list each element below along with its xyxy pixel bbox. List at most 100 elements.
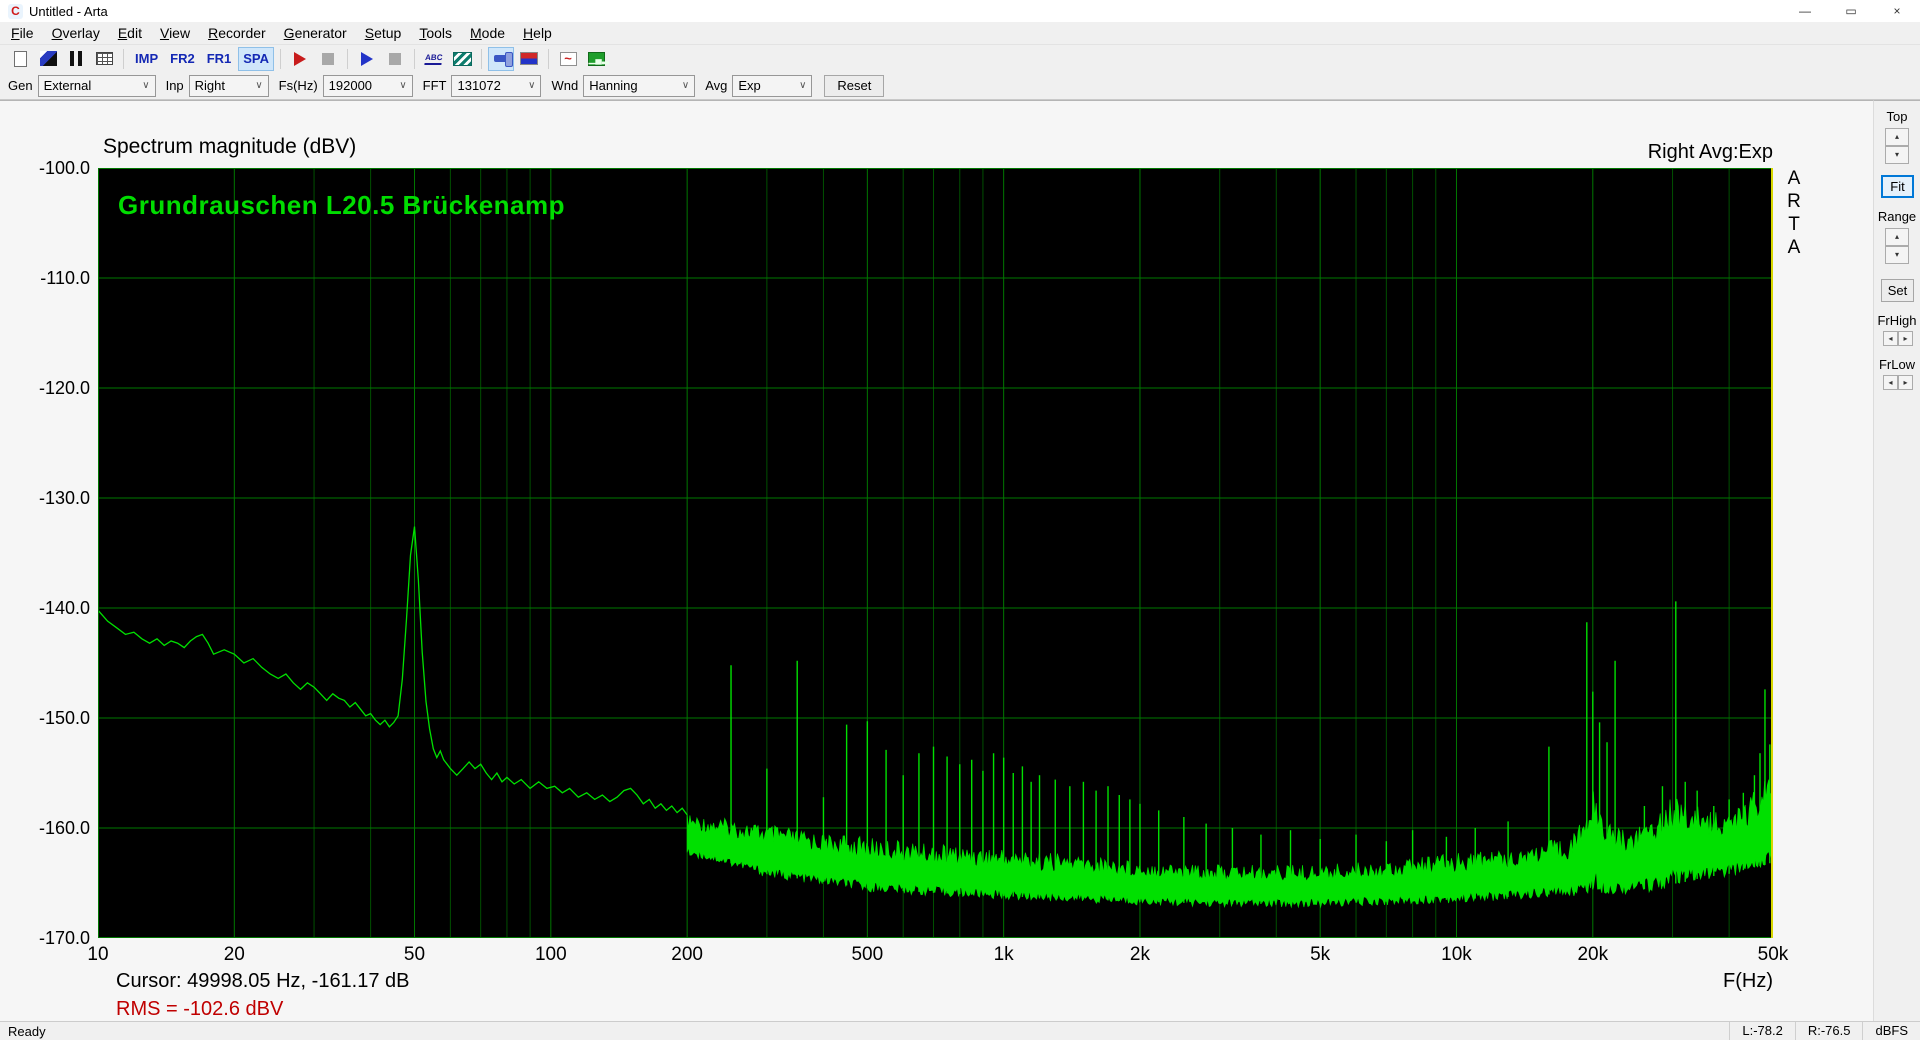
- chevron-down-icon: ∨: [399, 80, 406, 91]
- combo-fft[interactable]: 131072∨: [451, 75, 541, 97]
- menu-view[interactable]: View: [151, 22, 199, 44]
- spin-right-icon: ▸: [1903, 378, 1907, 387]
- menu-help[interactable]: Help: [514, 22, 561, 44]
- menu-tools[interactable]: Tools: [410, 22, 461, 44]
- x-tick-label: 20k: [1565, 944, 1621, 966]
- generator-start-icon[interactable]: [354, 47, 380, 71]
- spectrum-view-icon: ▁▄▂: [588, 52, 605, 66]
- spin-up-icon: ▴: [1895, 132, 1899, 141]
- rms-readout: RMS = -102.6 dBV: [116, 998, 283, 1021]
- combo-gen[interactable]: External∨: [38, 75, 156, 97]
- toolbar-separator: [280, 49, 281, 69]
- probe-icon[interactable]: [488, 47, 514, 71]
- combo-inp[interactable]: Right∨: [189, 75, 269, 97]
- frlow-left-button[interactable]: ◂: [1883, 375, 1898, 390]
- frhigh-spinner: ◂ ▸: [1883, 331, 1913, 346]
- top-spinner: ▴ ▾: [1885, 128, 1909, 164]
- menu-generator[interactable]: Generator: [275, 22, 356, 44]
- y-tick-label: -130.0: [0, 488, 90, 508]
- abc-marker-icon[interactable]: ABC: [421, 47, 447, 71]
- arta-watermark: ARTA: [1783, 167, 1805, 259]
- plot-panel: Spectrum magnitude (dBV) Right Avg:Exp G…: [0, 100, 1873, 1021]
- top-up-button[interactable]: ▴: [1885, 128, 1909, 146]
- new-file-icon: [14, 51, 27, 67]
- menu-mode[interactable]: Mode: [461, 22, 514, 44]
- status-levels: L:-78.2 R:-76.5 dBFS: [1729, 1022, 1920, 1040]
- y-tick-label: -100.0: [0, 158, 90, 178]
- frhigh-right-button[interactable]: ▸: [1898, 331, 1913, 346]
- data-grid-icon: [96, 52, 113, 65]
- smoothing-icon[interactable]: [449, 47, 475, 71]
- record-stop-icon[interactable]: [315, 47, 341, 71]
- combo-wnd[interactable]: Hanning ∨: [583, 75, 695, 97]
- frlow-spinner: ◂ ▸: [1883, 375, 1913, 390]
- frhigh-left-button[interactable]: ◂: [1883, 331, 1898, 346]
- combo-avg[interactable]: Exp∨: [732, 75, 812, 97]
- combo-value: Exp: [738, 78, 760, 93]
- combo-value: Hanning: [589, 78, 637, 93]
- set-button[interactable]: Set: [1881, 279, 1914, 302]
- x-tick-label: 50k: [1745, 944, 1801, 966]
- top-down-button[interactable]: ▾: [1885, 146, 1909, 164]
- x-tick-label: 5k: [1292, 944, 1348, 966]
- toolbar-separator: [123, 49, 124, 69]
- plot-side-controls: Top ▴ ▾ Fit Range ▴ ▾ Set FrHigh ◂ ▸ FrL…: [1873, 100, 1920, 1021]
- x-tick-label: 200: [659, 944, 715, 966]
- range-up-button[interactable]: ▴: [1885, 228, 1909, 246]
- spectrum-view-icon[interactable]: ▁▄▂: [583, 47, 609, 71]
- spin-left-icon: ◂: [1888, 334, 1892, 343]
- x-tick-label: 100: [523, 944, 579, 966]
- overlay-wave-icon[interactable]: [516, 47, 542, 71]
- mode-imp-button[interactable]: IMP: [130, 47, 163, 71]
- mode-spa-button[interactable]: SPA: [238, 47, 274, 71]
- channel-avg-info: Right Avg:Exp: [1648, 141, 1773, 164]
- menu-overlay[interactable]: Overlay: [43, 22, 109, 44]
- plot-title: Spectrum magnitude (dBV): [103, 135, 356, 159]
- probe-icon: [494, 55, 509, 62]
- chevron-down-icon: ∨: [142, 80, 149, 91]
- control-label-gen: Gen: [8, 78, 33, 93]
- data-grid-icon[interactable]: [91, 47, 117, 71]
- control-label-fshz: Fs(Hz): [279, 78, 318, 93]
- close-button[interactable]: ×: [1874, 0, 1920, 22]
- pause-icon[interactable]: [63, 47, 89, 71]
- sine-generator-icon[interactable]: ~: [555, 47, 581, 71]
- title-bar: C Untitled - Arta —▭×: [0, 0, 1920, 22]
- spectrum-canvas: [98, 168, 1773, 938]
- minimize-button[interactable]: —: [1782, 0, 1828, 22]
- record-start-icon[interactable]: [287, 47, 313, 71]
- range-down-button[interactable]: ▾: [1885, 246, 1909, 264]
- x-axis-label: F(Hz): [1723, 970, 1773, 993]
- y-tick-label: -150.0: [0, 708, 90, 728]
- window-controls: —▭×: [1782, 0, 1920, 22]
- toolbar: IMPFR2FR1SPA ABC ~ ▁▄▂: [0, 44, 1920, 72]
- chevron-down-icon: ∨: [528, 80, 535, 91]
- chevron-down-icon: ∨: [682, 80, 689, 91]
- x-tick-label: 1k: [976, 944, 1032, 966]
- toolbar-separator: [481, 49, 482, 69]
- y-tick-label: -140.0: [0, 598, 90, 618]
- generator-stop-icon[interactable]: [382, 47, 408, 71]
- top-label: Top: [1874, 109, 1920, 124]
- menu-file[interactable]: File: [2, 22, 43, 44]
- control-label-fft: FFT: [423, 78, 447, 93]
- spin-left-icon: ◂: [1888, 378, 1892, 387]
- arta-letter: A: [1783, 236, 1805, 259]
- spectrum-plot[interactable]: Grundrauschen L20.5 Brückenamp: [98, 168, 1773, 938]
- new-file-icon[interactable]: [7, 47, 33, 71]
- fit-button[interactable]: Fit: [1881, 175, 1914, 198]
- combo-fshz[interactable]: 192000∨: [323, 75, 413, 97]
- mode-fr2-button[interactable]: FR2: [165, 47, 200, 71]
- reset-button[interactable]: Reset: [824, 75, 884, 97]
- plot-annotation: Grundrauschen L20.5 Brückenamp: [118, 190, 565, 221]
- maximize-button[interactable]: ▭: [1828, 0, 1874, 22]
- menu-edit[interactable]: Edit: [109, 22, 151, 44]
- frlow-right-button[interactable]: ▸: [1898, 375, 1913, 390]
- control-label-avg: Avg: [705, 78, 727, 93]
- menu-setup[interactable]: Setup: [356, 22, 411, 44]
- color-setup-icon[interactable]: [35, 47, 61, 71]
- mode-fr1-button[interactable]: FR1: [202, 47, 237, 71]
- record-stop-icon: [322, 53, 334, 65]
- menu-recorder[interactable]: Recorder: [199, 22, 275, 44]
- overlay-wave-icon: [520, 52, 538, 65]
